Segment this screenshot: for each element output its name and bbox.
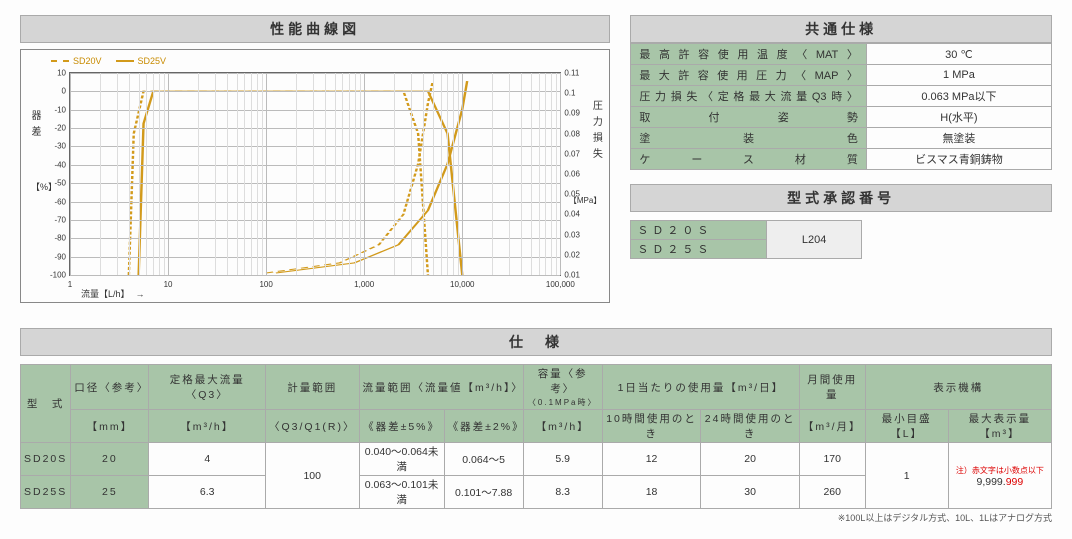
spec-value: ビスマス青銅鋳物 (866, 149, 1051, 170)
col-range-unit: 〈Q3/Q1(R)〉 (265, 410, 359, 443)
chart-legend: SD20V SD25V (51, 56, 166, 66)
spec-value: H(水平) (866, 107, 1051, 128)
spec-label: 圧力損失〈定格最大流量Q3時〉 (631, 86, 867, 107)
col-q3-unit: 【m³/h】 (149, 410, 266, 443)
spec-label: 最大許容使用圧力〈MAP〉 (631, 65, 867, 86)
approval-model: ＳＤ２０Ｓ (631, 221, 766, 240)
col-monthly: 月間使用量 (799, 365, 865, 410)
spec-value: 0.063 MPa以下 (866, 86, 1051, 107)
col-min: 最小目盛【L】 (865, 410, 948, 443)
col-dia-unit: 【mm】 (71, 410, 149, 443)
col-monthly-unit: 【m³/月】 (799, 410, 865, 443)
col-range: 計量範囲 (265, 365, 359, 410)
spec-value: 無塗装 (866, 128, 1051, 149)
col-max: 最大表示量【m³】 (948, 410, 1051, 443)
approval-model: ＳＤ２５Ｓ (631, 240, 766, 258)
col-dia: 口径〈参考〉 (71, 365, 149, 410)
spec-value: 30 ℃ (866, 44, 1051, 65)
table-row: SD20S 20 4 100 0.040～0.064未満 0.064～5 5.9… (21, 443, 1052, 476)
common-spec-table: 最高許容使用温度〈MAT〉30 ℃最大許容使用圧力〈MAP〉1 MPa圧力損失〈… (630, 43, 1052, 170)
col-flowrange: 流量範囲〈流量値【m³/h】〉 (359, 365, 523, 410)
spec-label: ケース材質 (631, 149, 867, 170)
col-err5: 《器差±5%》 (359, 410, 444, 443)
chart-title: 性能曲線図 (20, 15, 610, 43)
col-display: 表示機構 (865, 365, 1051, 410)
x-axis-label: 流量【L/h】 (81, 287, 145, 300)
chart-grid: 100-10-20-30-40-50-60-70-80-90-1000.110.… (69, 72, 561, 276)
col-model: 型 式 (21, 365, 71, 443)
col-cap-unit: 【m³/h】 (523, 410, 602, 443)
max-display-cell: 注）赤文字は小数点以下 9,999.999 (948, 443, 1051, 509)
spec-footnote: ※100L以上はデジタル方式、10L、1Lはアナログ方式 (20, 511, 1052, 524)
col-cap: 容量〈参考〉 〈0.1MPa時〉 (523, 365, 602, 410)
col-err2: 《器差±2%》 (444, 410, 523, 443)
col-h10: 10時間使用のとき (602, 410, 701, 443)
col-h24: 24時間使用のとき (701, 410, 800, 443)
spec-label: 取付姿勢 (631, 107, 867, 128)
col-daily: 1日当たりの使用量【m³/日】 (602, 365, 799, 410)
spec-label: 最高許容使用温度〈MAT〉 (631, 44, 867, 65)
col-q3: 定格最大流量〈Q3〉 (149, 365, 266, 410)
spec-table: 型 式 口径〈参考〉 定格最大流量〈Q3〉 計量範囲 流量範囲〈流量値【m³/h… (20, 364, 1052, 509)
approval-box: ＳＤ２０Ｓ ＳＤ２５Ｓ L204 (630, 220, 862, 259)
spec-title: 仕 様 (20, 328, 1052, 356)
spec-value: 1 MPa (866, 65, 1051, 86)
common-spec-title: 共通仕様 (630, 15, 1052, 43)
spec-label: 塗装色 (631, 128, 867, 149)
approval-code: L204 (767, 220, 862, 259)
performance-chart: SD20V SD25V 器差 【%】 圧力損失 【MPa】 100-10-20-… (20, 49, 610, 303)
approval-title: 型式承認番号 (630, 184, 1052, 212)
